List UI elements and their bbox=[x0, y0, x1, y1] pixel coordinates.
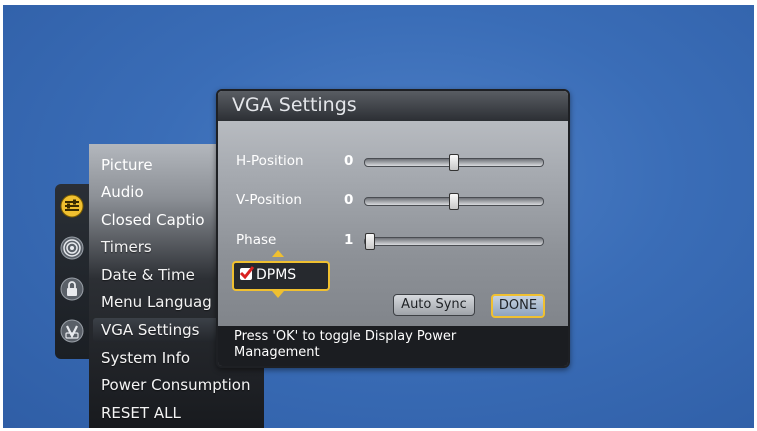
checkmark-icon bbox=[239, 266, 255, 280]
h-position-value: 0 bbox=[344, 153, 354, 169]
menu-item-audio[interactable]: Audio bbox=[101, 180, 144, 204]
phase-label: Phase bbox=[236, 232, 277, 248]
menu-item-closed-captions[interactable]: Closed Captio bbox=[101, 208, 205, 232]
dialog-title: VGA Settings bbox=[232, 94, 357, 116]
v-position-label: V-Position bbox=[236, 192, 302, 208]
h-position-label: H-Position bbox=[236, 153, 304, 169]
v-position-slider-thumb[interactable] bbox=[449, 193, 459, 210]
help-text: Press 'OK' to toggle Display Power Manag… bbox=[234, 329, 457, 360]
h-position-slider-thumb[interactable] bbox=[449, 154, 459, 171]
done-button[interactable]: DONE bbox=[491, 294, 545, 318]
v-position-slider[interactable] bbox=[364, 193, 544, 210]
v-chip-icon[interactable] bbox=[60, 319, 84, 343]
phase-slider-thumb[interactable] bbox=[365, 233, 375, 250]
menu-item-menu-language[interactable]: Menu Languag bbox=[101, 290, 212, 314]
h-position-slider[interactable] bbox=[364, 154, 544, 171]
vga-settings-dialog: VGA Settings H-Position 0 V-Position 0 P… bbox=[216, 89, 570, 368]
menu-item-timers[interactable]: Timers bbox=[101, 235, 152, 259]
auto-sync-button[interactable]: Auto Sync bbox=[393, 294, 475, 316]
broadcast-icon[interactable] bbox=[60, 236, 84, 260]
help-bar: Press 'OK' to toggle Display Power Manag… bbox=[218, 326, 568, 366]
menu-item-reset-all[interactable]: RESET ALL bbox=[101, 401, 181, 425]
menu-item-system-info[interactable]: System Info bbox=[101, 346, 190, 370]
tv-screen: Picture Audio Closed Captio Timers Date … bbox=[3, 5, 754, 428]
dpms-checkbox[interactable]: DPMS bbox=[232, 261, 330, 291]
lock-icon[interactable] bbox=[60, 277, 84, 301]
arrow-down-icon bbox=[272, 291, 284, 298]
menu-item-picture[interactable]: Picture bbox=[101, 153, 153, 177]
settings-sliders-icon[interactable] bbox=[60, 194, 84, 218]
phase-value: 1 bbox=[344, 232, 354, 248]
menu-item-date-time[interactable]: Date & Time bbox=[101, 263, 195, 287]
menu-item-power-consumption[interactable]: Power Consumption bbox=[101, 373, 250, 397]
phase-slider[interactable] bbox=[364, 233, 544, 250]
menu-icon-strip bbox=[55, 184, 89, 359]
v-position-value: 0 bbox=[344, 192, 354, 208]
dpms-label: DPMS bbox=[256, 267, 297, 283]
arrow-up-icon bbox=[272, 250, 284, 257]
dialog-title-bar: VGA Settings bbox=[218, 91, 568, 121]
